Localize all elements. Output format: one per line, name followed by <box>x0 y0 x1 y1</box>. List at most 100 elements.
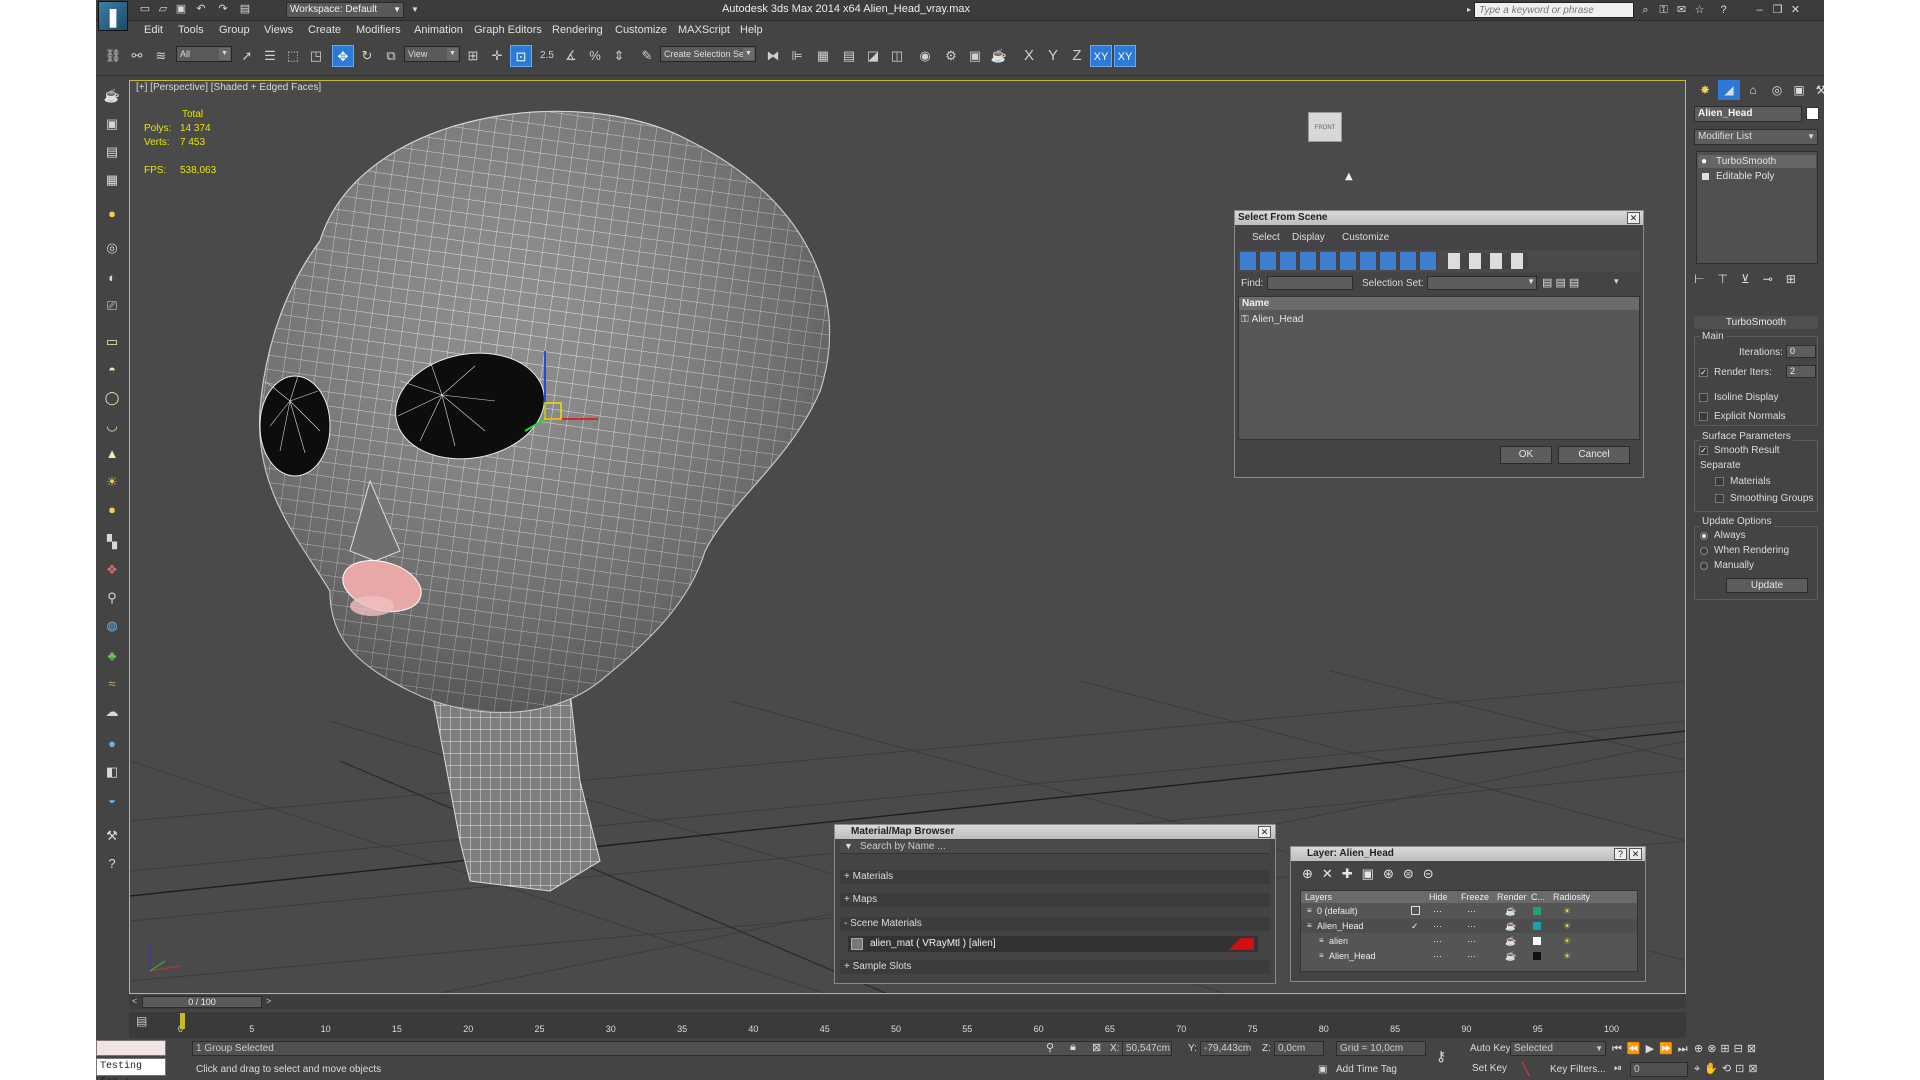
camera-icon[interactable]: ⎚ <box>102 296 122 316</box>
render-icon[interactable]: ▣ <box>102 114 122 134</box>
communication-icon[interactable]: ✉ <box>1674 3 1689 17</box>
active-layer-checkbox[interactable] <box>1411 906 1420 915</box>
time-slider-next-icon[interactable]: > <box>266 996 271 1006</box>
teapot-icon[interactable]: ☕ <box>102 86 122 106</box>
unlink-icon[interactable]: ⚯ <box>126 45 148 67</box>
sfs-menu-customize[interactable]: Customize <box>1342 232 1389 243</box>
redo-icon[interactable]: ↷ <box>216 3 230 16</box>
lock-icon[interactable]: 🔒︎ <box>1070 1041 1076 1054</box>
menu-animation[interactable]: Animation <box>414 24 463 36</box>
hide-column[interactable]: Hide <box>1429 891 1448 903</box>
select-and-manipulate-icon[interactable]: ✛ <box>486 45 508 67</box>
infocenter-search-input[interactable]: Type a keyword or phrase <box>1474 2 1634 18</box>
rendered-frame-window-icon[interactable]: ▣ <box>964 45 986 67</box>
snaps-toggle-icon[interactable]: 2.5 <box>536 45 558 67</box>
menu-rendering[interactable]: Rendering <box>552 24 603 36</box>
playback-controls[interactable]: ⏮⏪▶⏩⏭ <box>1612 1042 1693 1056</box>
maxscript-input[interactable]: Testing for : <box>96 1058 166 1080</box>
manually-radio[interactable] <box>1700 562 1708 570</box>
key-icon[interactable]: ⚷ <box>1436 1048 1446 1065</box>
material-item[interactable]: alien_mat ( VRayMtl ) [alien] <box>848 936 1258 952</box>
viewcube[interactable]: FRONT <box>1308 112 1342 142</box>
object-name-field[interactable]: Alien_Head <box>1694 106 1802 122</box>
angle-snap-icon[interactable]: ∡ <box>560 45 582 67</box>
graphite-ribbon-icon[interactable]: ▤ <box>838 45 860 67</box>
stack-item-editable-poly[interactable]: Editable Poly <box>1698 170 1816 183</box>
color-column[interactable]: C... <box>1531 891 1545 903</box>
modifier-list-dropdown[interactable]: Modifier List ▼ <box>1694 129 1818 145</box>
align-icon[interactable]: ⊫ <box>786 45 808 67</box>
hide-toggle[interactable]: ··· <box>1433 904 1442 918</box>
help-icon[interactable]: ? <box>1716 3 1731 17</box>
add-time-tag[interactable]: Add Time Tag <box>1336 1064 1397 1075</box>
render-toggle-icon[interactable]: ☕ <box>1505 949 1516 963</box>
close-icon[interactable]: ✕ <box>1258 826 1271 838</box>
sfs-cancel-button[interactable]: Cancel <box>1558 446 1630 464</box>
selection-filter-dropdown[interactable]: All ▼ <box>176 46 232 62</box>
help-circle-icon[interactable]: ? <box>102 854 122 874</box>
workspace-dropdown[interactable]: Workspace: Default ▼ <box>286 2 404 18</box>
utility-icon[interactable]: ⚒ <box>102 826 122 846</box>
new-file-icon[interactable]: ▭ <box>138 3 152 16</box>
dome-icon[interactable]: ◓ <box>102 360 122 380</box>
sfs-name-column[interactable]: Name <box>1239 297 1639 310</box>
mini-curve-editor-icon[interactable]: ▤ <box>136 1014 152 1030</box>
radiosity-icon[interactable]: ☀ <box>1563 934 1571 948</box>
menu-customize[interactable]: Customize <box>615 24 667 36</box>
create-tab-icon[interactable]: ✸ <box>1694 80 1716 100</box>
material-icon[interactable]: ◧ <box>102 762 122 782</box>
viewport-nav-icons-2[interactable]: ⌖✋⟲⊡⊠ <box>1694 1062 1820 1076</box>
project-folder-icon[interactable]: ▤ <box>238 3 252 16</box>
rectangular-selection-icon[interactable]: ⬚ <box>282 45 304 67</box>
freeze-toggle[interactable]: ··· <box>1467 934 1476 948</box>
axis-constraint-y[interactable]: Y <box>1042 45 1064 67</box>
link-icon[interactable]: ⛓ <box>102 45 124 67</box>
axis-constraint-z[interactable]: Z <box>1066 45 1088 67</box>
bowl-icon[interactable]: ◡ <box>102 416 122 436</box>
grid-object-icon[interactable]: ▚ <box>102 532 122 552</box>
stack-item-turbosmooth[interactable]: ● TurboSmooth <box>1698 155 1816 168</box>
save-file-icon[interactable]: ▣ <box>174 3 188 16</box>
current-frame-marker[interactable] <box>180 1013 185 1029</box>
sfs-ok-button[interactable]: OK <box>1500 446 1552 464</box>
sfs-list-item[interactable]: ⚿ Alien_Head <box>1241 314 1303 325</box>
minimize-icon[interactable]: – <box>1752 3 1767 17</box>
select-and-scale-icon[interactable]: ⧉ <box>380 45 402 67</box>
layer-toolbar-icons[interactable]: ⊕✕✚▣⊛⊜⊝ <box>1302 866 1482 884</box>
modify-tab-icon[interactable]: ◢ <box>1718 80 1740 100</box>
utilities-tab-icon[interactable]: ⚒ <box>1810 80 1824 100</box>
freeze-toggle[interactable]: ··· <box>1467 949 1476 963</box>
radiosity-column[interactable]: Radiosity <box>1553 891 1590 903</box>
layer-row[interactable]: ≡ Alien_Head ··· ··· ☕ ☀ <box>1301 949 1637 963</box>
key-mode-icon[interactable]: ⏯ <box>1614 1063 1622 1074</box>
menu-group[interactable]: Group <box>219 24 250 36</box>
pivot-center-icon[interactable]: ⊞ <box>462 45 484 67</box>
update-button[interactable]: Update <box>1726 578 1808 593</box>
separate-materials-checkbox[interactable] <box>1715 477 1724 486</box>
axis-constraint-x[interactable]: X <box>1018 45 1040 67</box>
app-logo-icon[interactable]: ❚ <box>98 1 128 31</box>
disc-icon[interactable]: ◯ <box>102 388 122 408</box>
render-sphere-icon[interactable]: ● <box>102 734 122 754</box>
material-section-maps[interactable]: + Maps <box>840 893 1270 907</box>
menu-edit[interactable]: Edit <box>144 24 163 36</box>
material-search-input[interactable]: ▼ Search by Name ... <box>840 840 1270 854</box>
hierarchy-tab-icon[interactable]: ⌂ <box>1742 80 1764 100</box>
select-by-name-icon[interactable]: ☰ <box>259 45 281 67</box>
layer-color-swatch[interactable] <box>1533 952 1541 960</box>
keyboard-shortcut-override-icon[interactable]: ⊡ <box>510 45 532 67</box>
render-production-icon[interactable]: ☕ <box>988 45 1010 67</box>
hide-toggle[interactable]: ··· <box>1433 934 1442 948</box>
cone-icon[interactable]: ▲ <box>102 444 122 464</box>
radiosity-icon[interactable]: ☀ <box>1563 919 1571 933</box>
menu-tools[interactable]: Tools <box>178 24 204 36</box>
biped-icon[interactable]: ⚲ <box>102 588 122 608</box>
sfs-selection-set-dropdown[interactable]: ▼ <box>1427 276 1537 290</box>
edit-named-selection-icon[interactable]: ✎ <box>636 45 658 67</box>
subscription-icon[interactable]: ⚿ <box>1656 3 1671 17</box>
hide-toggle[interactable]: ··· <box>1433 919 1442 933</box>
dynamics-icon[interactable]: ❖ <box>102 560 122 580</box>
select-and-rotate-icon[interactable]: ↻ <box>356 45 378 67</box>
undo-icon[interactable]: ↶ <box>194 3 208 16</box>
material-section-sample-slots[interactable]: + Sample Slots <box>840 960 1270 974</box>
